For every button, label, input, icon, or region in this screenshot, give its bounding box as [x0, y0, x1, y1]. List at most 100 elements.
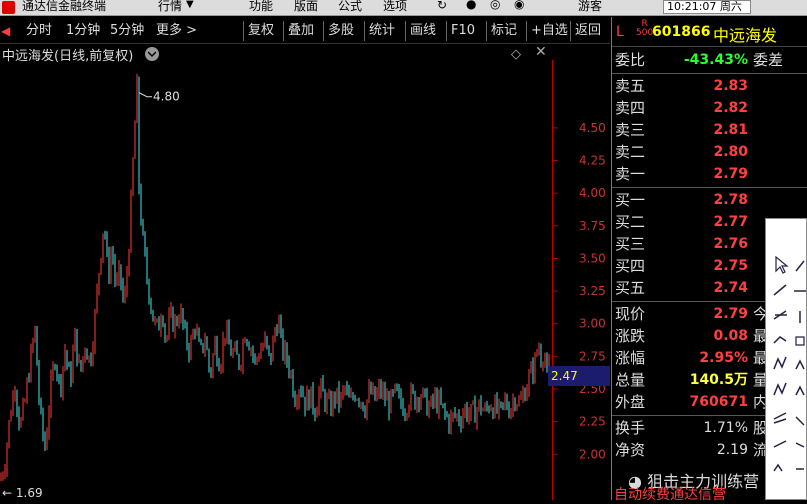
message-icon[interactable]: ◉ [514, 0, 524, 11]
draw-line-button[interactable]: 画线 [405, 21, 436, 41]
bid-label: 买三 [615, 235, 646, 253]
f10-button[interactable]: F10 [446, 21, 475, 41]
user-icon[interactable]: ● [466, 0, 476, 11]
axis-tick-label: 3.25 [579, 284, 606, 298]
stat-label: 涨跌 [615, 327, 646, 345]
weibi-row: 委比 -43.43% 委差 [612, 49, 807, 71]
add-watchlist-button[interactable]: +自选 [526, 21, 568, 41]
multi-stock-button[interactable]: 多股 [323, 21, 354, 41]
axis-tick-label: 3.75 [579, 219, 606, 233]
menu-item-formula[interactable]: 公式 [338, 0, 362, 14]
tab-1min[interactable]: 1分钟 [66, 21, 100, 41]
rect-icon [795, 336, 805, 346]
stock-header: L R 500 601866 中远海发 [612, 17, 807, 47]
divider [612, 187, 807, 188]
fib-icon [773, 412, 787, 424]
close-icon[interactable]: ✕ [535, 44, 547, 60]
chevron-down-icon [148, 51, 156, 58]
bid-price: 2.78 [713, 192, 748, 208]
clock: 10:21:07 周六 [663, 0, 751, 14]
ask-row[interactable]: 卖二 2.80 [612, 141, 807, 163]
axis-tick-label: 3.50 [579, 251, 606, 265]
chart-collapse-button[interactable] [145, 47, 159, 61]
angle-icon [795, 442, 805, 448]
ask-row[interactable]: 卖四 2.82 [612, 97, 807, 119]
axis-tick-label: 4.00 [579, 186, 606, 200]
arrow-icon [795, 416, 805, 426]
margin-flag-sub: 500 [636, 28, 654, 38]
stat-value: 0.08 [713, 328, 748, 344]
sidebar-toggle-icon[interactable]: ◀ [1, 21, 10, 41]
bid-label: 买一 [615, 191, 646, 209]
ask-price: 2.81 [713, 122, 748, 138]
menu-item-options[interactable]: 选项 [383, 0, 407, 14]
menu-bar: 通达信金融终端 行情 ▼ 功能 版面 公式 选项 ↻ ● ◎ ◉ 游客 10:2… [0, 0, 807, 16]
stat-value: 2.19 [716, 442, 748, 458]
weibi-label: 委比 [615, 51, 646, 69]
axis-tick-label: 2.75 [579, 349, 606, 363]
menu-item-market[interactable]: 行情 [158, 0, 182, 14]
ray-icon [773, 440, 787, 448]
zigzag-icon [773, 382, 787, 396]
stat-label: 换手 [615, 419, 646, 437]
ask-label: 卖二 [615, 143, 646, 161]
stat-label: 外盘 [615, 393, 646, 411]
ask-row[interactable]: 卖一 2.79 [612, 163, 807, 185]
stat-value: 760671 [689, 394, 748, 410]
price-axis-ticks: 2.002.252.502.753.003.253.503.754.004.25… [553, 121, 606, 461]
tab-more[interactable]: 更多 > [156, 21, 197, 41]
tab-intraday[interactable]: 分时 [26, 21, 52, 41]
stat-value: 2.95% [699, 350, 748, 366]
ask-price: 2.82 [713, 100, 748, 116]
ask-label: 卖四 [615, 99, 646, 117]
app-title: 通达信金融终端 [22, 0, 107, 13]
stock-name: 中远海发 [713, 26, 778, 45]
draw-tools-panel[interactable] [765, 218, 807, 500]
bid-price: 2.76 [713, 236, 748, 252]
ask-price: 2.79 [713, 166, 748, 182]
low-price-value: 1.69 [15, 486, 43, 500]
ask-price: 2.80 [713, 144, 748, 160]
polyline-icon [773, 336, 787, 344]
axis-tick-label: 4.25 [579, 154, 606, 168]
peak-marker-line [138, 92, 152, 98]
stat-label: 涨幅 [615, 349, 646, 367]
bid-price: 2.77 [713, 214, 748, 230]
back-button[interactable]: 返回 [570, 21, 601, 41]
stat-value: 140.5万 [689, 372, 748, 388]
mark-button[interactable]: 标记 [486, 21, 517, 41]
tab-5min[interactable]: 5分钟 [110, 21, 144, 41]
bid-label: 买二 [615, 213, 646, 231]
bid-row[interactable]: 买一 2.78 [612, 189, 807, 211]
bid-price: 2.74 [713, 280, 748, 296]
broker-label[interactable]: 游客 [578, 0, 602, 14]
kline-chart[interactable]: 4.80 [0, 60, 552, 500]
chevron-down-icon: ▼ [186, 0, 194, 10]
divider [612, 73, 807, 74]
stat-label: 净资 [615, 441, 646, 459]
pointer-icon [775, 255, 789, 274]
ask-label: 卖一 [615, 165, 646, 183]
draw-tools-icons [773, 255, 806, 472]
axis-tick-label: 2.00 [579, 447, 606, 461]
menu-item-layout[interactable]: 版面 [294, 0, 318, 14]
ask-row[interactable]: 卖五 2.83 [612, 75, 807, 97]
app-logo-icon [2, 1, 15, 14]
stat-label: 总量 [615, 371, 646, 389]
menu-item-function[interactable]: 功能 [249, 0, 273, 14]
market-flag: L [616, 24, 624, 40]
search-icon[interactable]: ◎ [490, 0, 500, 11]
ask-label: 卖五 [615, 77, 646, 95]
peak-icon [795, 385, 805, 396]
cycle-icon [773, 463, 783, 472]
stats-button[interactable]: 统计 [364, 21, 395, 41]
stat-value: 1.71% [703, 420, 748, 436]
overlay-button[interactable]: 叠加 [283, 21, 314, 41]
adjust-button[interactable]: 复权 [243, 21, 274, 41]
channel-icon [773, 310, 787, 320]
refresh-icon[interactable]: ↻ [437, 0, 447, 12]
stat-label: 现价 [615, 305, 646, 323]
low-price-label: ← 1.69 [2, 486, 43, 500]
ask-row[interactable]: 卖三 2.81 [612, 119, 807, 141]
price-axis: 2.00 2.25 2.50 2.75 3.00 3.25 3.50 3.75 4.00 4.25… [552, 60, 610, 500]
